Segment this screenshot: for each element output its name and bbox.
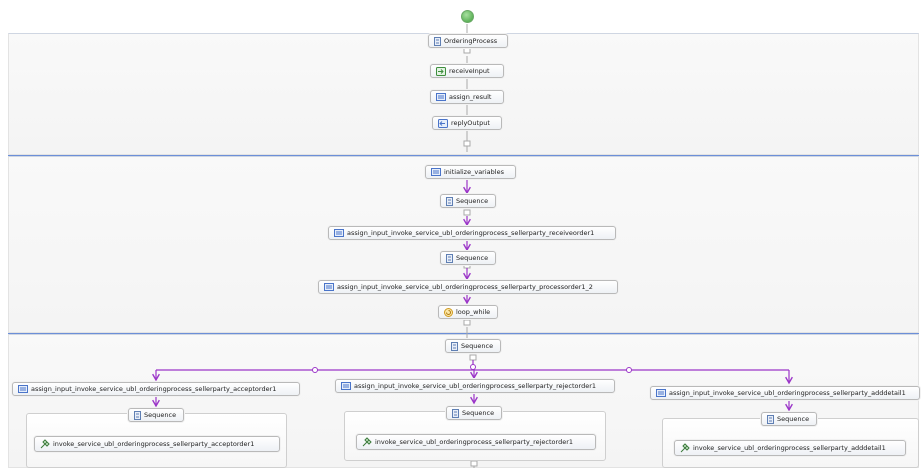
node-assign-processorder[interactable]: assign_input_invoke_service_ubl_ordering… bbox=[318, 280, 618, 294]
node-label: Sequence bbox=[144, 411, 177, 419]
node-branch1-sequence[interactable]: Sequence bbox=[128, 408, 184, 422]
assign-icon bbox=[324, 283, 334, 291]
node-label: loop_while bbox=[456, 308, 491, 316]
sequence-icon bbox=[446, 253, 453, 263]
node-sequence-1[interactable]: Sequence bbox=[440, 194, 496, 208]
node-label: assign_input_invoke_service_ubl_ordering… bbox=[354, 382, 597, 390]
node-ordering-process[interactable]: OrderingProcess bbox=[428, 34, 508, 48]
node-label: invoke_service_ubl_orderingprocess_selle… bbox=[375, 438, 573, 446]
node-invoke-acceptorder[interactable]: invoke_service_ubl_orderingprocess_selle… bbox=[34, 436, 280, 452]
loop-icon bbox=[444, 307, 453, 317]
node-assign-receiveorder[interactable]: assign_input_invoke_service_ubl_ordering… bbox=[328, 226, 616, 240]
node-label: OrderingProcess bbox=[444, 37, 498, 45]
assign-icon bbox=[334, 229, 344, 237]
collapse-toggle-5 bbox=[463, 319, 471, 326]
node-assign-rejectorder[interactable]: assign_input_invoke_service_ubl_ordering… bbox=[335, 379, 615, 393]
node-assign-result[interactable]: assign_result bbox=[430, 90, 504, 104]
node-invoke-adddetail[interactable]: invoke_service_ubl_orderingprocess_selle… bbox=[674, 440, 906, 456]
node-label: assign_input_invoke_service_ubl_ordering… bbox=[31, 385, 277, 393]
invoke-icon bbox=[362, 437, 372, 447]
node-sequence-2[interactable]: Sequence bbox=[440, 251, 496, 265]
sequence-icon bbox=[767, 414, 774, 424]
collapse-toggle-1 bbox=[463, 47, 471, 54]
branch-joint-1 bbox=[312, 367, 318, 373]
node-reply-output[interactable]: replyOutput bbox=[432, 116, 502, 130]
reply-icon bbox=[438, 118, 448, 128]
node-label: assign_input_invoke_service_ubl_ordering… bbox=[347, 229, 595, 237]
node-invoke-rejectorder[interactable]: invoke_service_ubl_orderingprocess_selle… bbox=[356, 434, 596, 450]
assign-icon bbox=[656, 389, 666, 397]
node-label: receiveInput bbox=[449, 67, 490, 75]
sequence-icon bbox=[134, 410, 141, 420]
node-label: initialize_variables bbox=[444, 168, 504, 176]
node-label: assign_input_invoke_service_ubl_ordering… bbox=[337, 283, 593, 291]
node-loop-while[interactable]: loop_while bbox=[438, 305, 498, 319]
node-label: assign_result bbox=[449, 93, 492, 101]
node-label: assign_input_invoke_service_ubl_ordering… bbox=[669, 389, 906, 397]
assign-icon bbox=[341, 382, 351, 390]
node-receive-input[interactable]: receiveInput bbox=[430, 64, 504, 78]
node-label: Sequence bbox=[461, 342, 494, 350]
assign-icon bbox=[436, 93, 446, 101]
node-branch2-sequence[interactable]: Sequence bbox=[446, 406, 502, 420]
node-sequence-3[interactable]: Sequence bbox=[445, 339, 501, 353]
invoke-icon bbox=[40, 439, 50, 449]
assign-icon bbox=[18, 385, 28, 393]
assign-icon bbox=[431, 168, 441, 176]
node-label: invoke_service_ubl_orderingprocess_selle… bbox=[53, 440, 255, 448]
collapse-toggle-3 bbox=[463, 209, 471, 216]
collapse-toggle-11 bbox=[470, 460, 478, 467]
node-label: Sequence bbox=[456, 254, 489, 262]
sequence-icon bbox=[446, 196, 453, 206]
collapse-toggle-6 bbox=[469, 354, 477, 361]
node-assign-adddetail[interactable]: assign_input_invoke_service_ubl_ordering… bbox=[650, 386, 920, 400]
node-label: Sequence bbox=[462, 409, 495, 417]
node-label: invoke_service_ubl_orderingprocess_selle… bbox=[693, 444, 886, 452]
branch-joint-2 bbox=[626, 367, 632, 373]
sequence-icon bbox=[451, 341, 458, 351]
sequence-icon bbox=[452, 408, 459, 418]
node-label: Sequence bbox=[456, 197, 489, 205]
invoke-icon bbox=[680, 443, 690, 453]
node-initialize-variables[interactable]: initialize_variables bbox=[425, 165, 516, 179]
start-event-icon[interactable] bbox=[461, 10, 474, 23]
collapse-toggle-2 bbox=[463, 140, 471, 147]
sequence-icon bbox=[434, 36, 441, 46]
node-branch3-sequence[interactable]: Sequence bbox=[761, 412, 817, 426]
receive-icon bbox=[436, 66, 446, 76]
node-assign-acceptorder[interactable]: assign_input_invoke_service_ubl_ordering… bbox=[12, 382, 300, 396]
branch-joint-3 bbox=[470, 364, 476, 370]
node-label: replyOutput bbox=[451, 119, 490, 127]
node-label: Sequence bbox=[777, 415, 810, 423]
